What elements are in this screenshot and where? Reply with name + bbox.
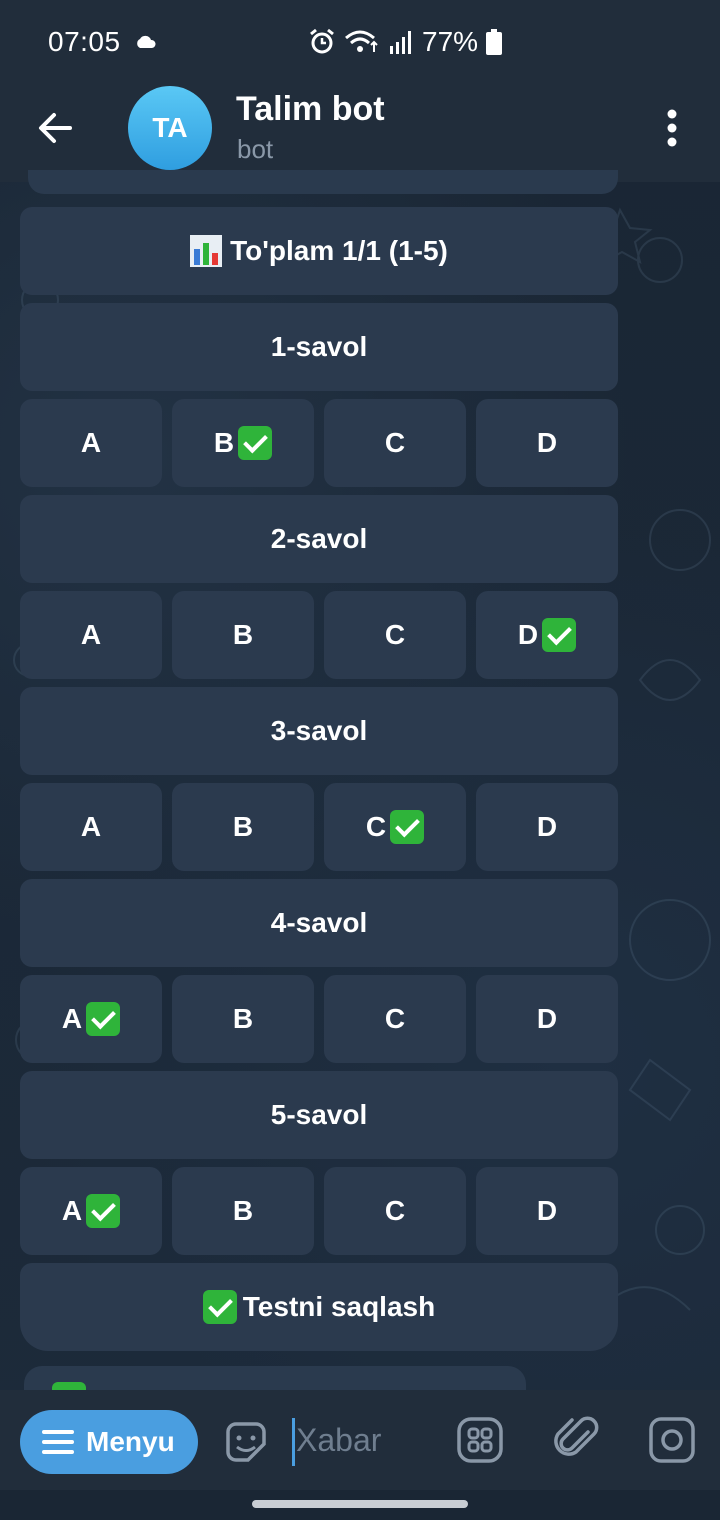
q1-option-b-button[interactable]: B xyxy=(172,399,314,487)
q4-option-a-button[interactable]: A xyxy=(20,975,162,1063)
battery-icon xyxy=(486,29,503,55)
check-icon xyxy=(202,1290,237,1324)
alarm-icon xyxy=(310,28,334,54)
q2-option-c-button[interactable]: C xyxy=(324,591,466,679)
q3-option-b-button[interactable]: B xyxy=(172,783,314,871)
chart-icon xyxy=(190,235,223,267)
q2-option-d-button[interactable]: D xyxy=(476,591,618,679)
option-label: D xyxy=(536,811,558,842)
menu-button-label: Menyu xyxy=(86,1426,175,1457)
inline-keyboard: To'plam 1/1 (1-5) 1-savol A B C D 2-savo… xyxy=(20,207,618,1359)
q4-option-b-button[interactable]: B xyxy=(172,975,314,1063)
message-input[interactable] xyxy=(296,1412,436,1468)
q1-option-d-button[interactable]: D xyxy=(476,399,618,487)
collection-title-label: To'plam 1/1 (1-5) xyxy=(230,235,448,266)
option-label: A xyxy=(61,1003,83,1034)
avatar[interactable]: TA xyxy=(128,86,212,170)
message-input-bar: Menyu xyxy=(0,1390,720,1490)
wifi-icon xyxy=(345,30,378,52)
question-3-button[interactable]: 3-savol xyxy=(20,687,618,775)
menu-button[interactable]: Menyu xyxy=(20,1410,198,1474)
q1-option-a-button[interactable]: A xyxy=(20,399,162,487)
q5-option-d-button[interactable]: D xyxy=(476,1167,618,1255)
q3-option-a-button[interactable]: A xyxy=(20,783,162,871)
check-icon xyxy=(238,426,273,460)
save-test-button[interactable]: Testni saqlash xyxy=(20,1263,618,1351)
more-vert-icon[interactable] xyxy=(660,108,684,148)
q1-option-c-button[interactable]: C xyxy=(324,399,466,487)
commands-icon[interactable] xyxy=(456,1416,504,1464)
q2-option-b-button[interactable]: B xyxy=(172,591,314,679)
option-label: C xyxy=(384,619,406,650)
q4-option-c-button[interactable]: C xyxy=(324,975,466,1063)
cloud-icon xyxy=(136,35,156,48)
question-2-button[interactable]: 2-savol xyxy=(20,495,618,583)
attach-icon[interactable] xyxy=(552,1414,602,1464)
status-icons: 77% xyxy=(308,26,503,58)
question-1-button[interactable]: 1-savol xyxy=(20,303,618,391)
battery-percent: 77% xyxy=(422,26,479,57)
option-label: B xyxy=(213,427,235,458)
q3-option-c-button[interactable]: C xyxy=(324,783,466,871)
check-icon xyxy=(86,1002,121,1036)
q2-option-a-button[interactable]: A xyxy=(20,591,162,679)
save-test-label: Testni saqlash xyxy=(242,1291,436,1322)
q5-option-b-button[interactable]: B xyxy=(172,1167,314,1255)
option-label: D xyxy=(536,1003,558,1034)
sticker-icon[interactable] xyxy=(222,1418,270,1466)
option-label: A xyxy=(80,811,102,842)
option-label: B xyxy=(232,1003,254,1034)
option-label: B xyxy=(232,811,254,842)
option-label: D xyxy=(536,1195,558,1226)
system-nav-bar xyxy=(0,1490,720,1520)
signal-icon xyxy=(390,31,411,54)
status-time: 07:05 xyxy=(48,26,121,57)
chat-subtitle: bot xyxy=(237,134,274,164)
back-arrow-icon[interactable] xyxy=(34,106,78,150)
option-label: A xyxy=(61,1195,83,1226)
option-label: C xyxy=(384,1195,406,1226)
option-label: D xyxy=(536,427,558,458)
status-bar: 07:05 77% xyxy=(0,0,720,84)
check-icon xyxy=(542,618,577,652)
check-icon xyxy=(86,1194,121,1228)
hamburger-icon xyxy=(42,1430,74,1454)
question-5-button[interactable]: 5-savol xyxy=(20,1071,618,1159)
question-4-button[interactable]: 4-savol xyxy=(20,879,618,967)
option-label: A xyxy=(80,427,102,458)
option-label: B xyxy=(232,1195,254,1226)
option-label: C xyxy=(365,811,387,842)
text-cursor xyxy=(292,1418,295,1466)
q5-option-c-button[interactable]: C xyxy=(324,1167,466,1255)
chat-title[interactable]: Talim bot xyxy=(236,90,385,129)
option-label: B xyxy=(232,619,254,650)
q5-option-a-button[interactable]: A xyxy=(20,1167,162,1255)
q3-option-d-button[interactable]: D xyxy=(476,783,618,871)
message-bubble-partial xyxy=(28,170,618,194)
option-label: A xyxy=(80,619,102,650)
camera-icon[interactable] xyxy=(648,1416,696,1464)
collection-title-button[interactable]: To'plam 1/1 (1-5) xyxy=(20,207,618,295)
check-icon xyxy=(390,810,425,844)
home-handle[interactable] xyxy=(252,1500,468,1508)
option-label: C xyxy=(384,1003,406,1034)
option-label: D xyxy=(517,619,539,650)
chat-header: TA Talim bot bot xyxy=(0,84,720,182)
q4-option-d-button[interactable]: D xyxy=(476,975,618,1063)
option-label: C xyxy=(384,427,406,458)
